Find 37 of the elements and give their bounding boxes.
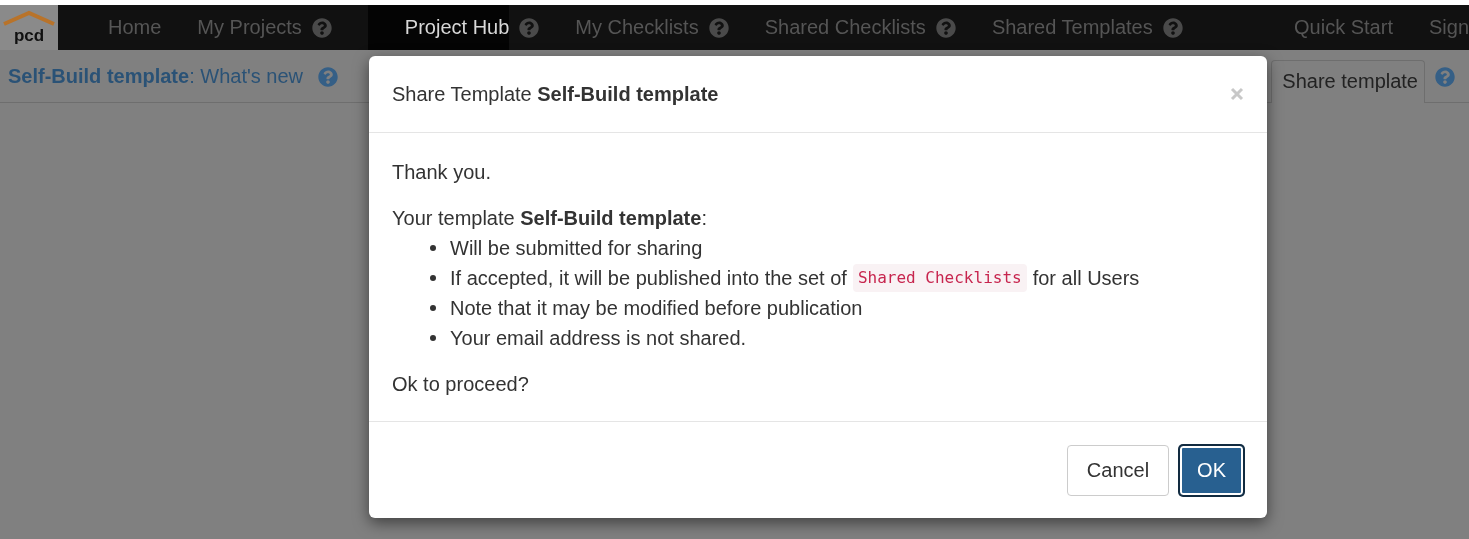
close-button[interactable]: [1230, 87, 1244, 101]
message-text: Ok to proceed?: [392, 373, 529, 395]
ok-button[interactable]: OK: [1179, 445, 1244, 496]
cancel-button[interactable]: Cancel: [1066, 445, 1170, 496]
nav-item[interactable]: My Projects: [197, 5, 302, 50]
help-icon[interactable]: [1162, 17, 1183, 38]
list-item-text: Note that it may be modified before publication: [450, 296, 863, 321]
bullet-icon: [430, 335, 436, 341]
help-icon[interactable]: [935, 17, 956, 38]
bullet-icon: [430, 245, 436, 251]
help-icon[interactable]: [708, 17, 729, 38]
bullet-icon: [430, 305, 436, 311]
list-item-text: for all Users: [1032, 266, 1140, 291]
nav-item[interactable]: Sign: [1428, 16, 1469, 39]
nav-item[interactable]: Shared Checklists: [764, 5, 926, 50]
roof-icon: [2, 10, 56, 26]
nav-item[interactable]: Shared Templates: [991, 5, 1153, 50]
help-icon[interactable]: [1435, 67, 1455, 87]
nav-item[interactable]: Quick Start: [1294, 16, 1393, 39]
message-text: Your template Self-Build template:: [392, 207, 707, 229]
list-item-text: Will be submitted for sharing: [450, 236, 703, 261]
share-template-tab[interactable]: Share template: [1271, 60, 1425, 103]
help-icon[interactable]: [318, 66, 338, 87]
logo-text: pcd: [13, 26, 45, 47]
nav-item[interactable]: Home: [108, 5, 162, 50]
help-icon[interactable]: [311, 17, 332, 38]
code-text: Shared Checklists: [852, 264, 1027, 292]
dialog-title: Share Template Self-Build template: [392, 82, 719, 105]
message-text: Thank you.: [392, 161, 491, 183]
list-item-text: If accepted, it will be published into the set of: [450, 266, 847, 291]
nav-item[interactable]: My Checklists: [575, 5, 699, 50]
bullet-icon: [430, 275, 436, 281]
nav-item[interactable]: Project Hub: [367, 5, 510, 50]
help-icon[interactable]: [519, 17, 540, 38]
logo[interactable]: pcd: [0, 5, 58, 50]
page-title: Self-Build template: What's new: [8, 65, 303, 87]
list-item-text: Your email address is not shared.: [450, 326, 747, 351]
